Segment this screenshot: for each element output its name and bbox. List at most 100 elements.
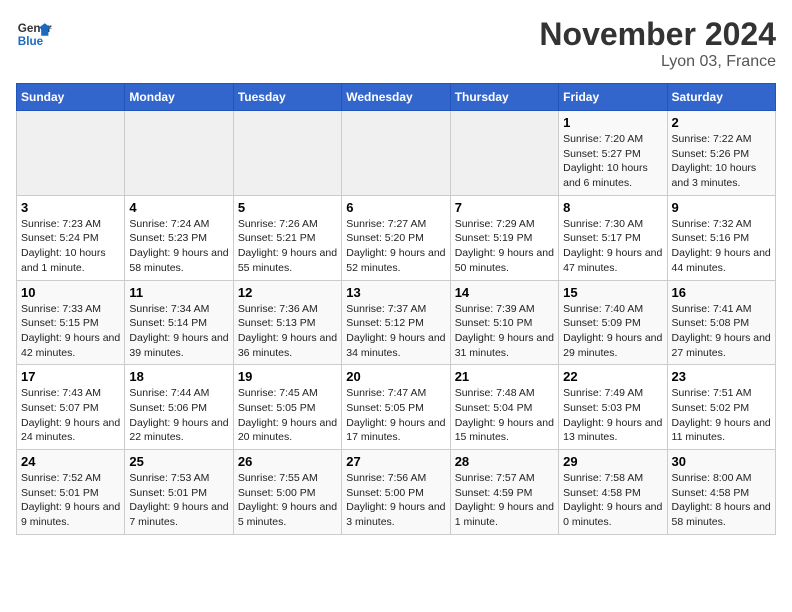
weekday-header: Wednesday [342,84,450,111]
day-number: 9 [672,200,771,215]
day-number: 21 [455,369,554,384]
calendar-cell: 11 Sunrise: 7:34 AMSunset: 5:14 PMDayligh… [125,280,233,365]
calendar-cell: 7 Sunrise: 7:29 AMSunset: 5:19 PMDaylight… [450,195,558,280]
day-number: 24 [21,454,120,469]
day-number: 15 [563,285,662,300]
calendar-cell [125,111,233,196]
day-number: 10 [21,285,120,300]
calendar-cell: 18 Sunrise: 7:44 AMSunset: 5:06 PMDayligh… [125,365,233,450]
day-number: 29 [563,454,662,469]
page-header: General Blue November 2024 Lyon 03, Fran… [16,16,776,71]
day-number: 23 [672,369,771,384]
day-info: Sunrise: 7:56 AMSunset: 5:00 PMDaylight:… [346,471,445,530]
day-info: Sunrise: 7:34 AMSunset: 5:14 PMDaylight:… [129,302,228,361]
calendar-cell: 27 Sunrise: 7:56 AMSunset: 5:00 PMDayligh… [342,450,450,535]
calendar-cell: 21 Sunrise: 7:48 AMSunset: 5:04 PMDayligh… [450,365,558,450]
weekday-header: Sunday [17,84,125,111]
day-number: 20 [346,369,445,384]
calendar-table: SundayMondayTuesdayWednesdayThursdayFrid… [16,83,776,535]
calendar-header-row: SundayMondayTuesdayWednesdayThursdayFrid… [17,84,776,111]
day-number: 6 [346,200,445,215]
calendar-cell [450,111,558,196]
day-number: 30 [672,454,771,469]
day-info: Sunrise: 7:24 AMSunset: 5:23 PMDaylight:… [129,217,228,276]
day-number: 4 [129,200,228,215]
day-number: 7 [455,200,554,215]
day-info: Sunrise: 7:29 AMSunset: 5:19 PMDaylight:… [455,217,554,276]
day-number: 8 [563,200,662,215]
weekday-header: Monday [125,84,233,111]
calendar-cell [17,111,125,196]
day-info: Sunrise: 7:47 AMSunset: 5:05 PMDaylight:… [346,386,445,445]
day-number: 26 [238,454,337,469]
day-number: 18 [129,369,228,384]
calendar-cell: 16Sunrise: 7:41 AMSunset: 5:08 PMDayligh… [667,280,775,365]
calendar-cell: 29 Sunrise: 7:58 AMSunset: 4:58 PMDayligh… [559,450,667,535]
calendar-cell: 28 Sunrise: 7:57 AMSunset: 4:59 PMDayligh… [450,450,558,535]
weekday-header: Thursday [450,84,558,111]
calendar-cell: 10Sunrise: 7:33 AMSunset: 5:15 PMDayligh… [17,280,125,365]
day-info: Sunrise: 7:22 AMSunset: 5:26 PMDaylight:… [672,132,771,191]
day-info: Sunrise: 7:20 AMSunset: 5:27 PMDaylight:… [563,132,662,191]
day-info: Sunrise: 7:26 AMSunset: 5:21 PMDaylight:… [238,217,337,276]
day-info: Sunrise: 7:27 AMSunset: 5:20 PMDaylight:… [346,217,445,276]
calendar-cell: 8Sunrise: 7:30 AMSunset: 5:17 PMDaylight… [559,195,667,280]
day-info: Sunrise: 7:48 AMSunset: 5:04 PMDaylight:… [455,386,554,445]
day-number: 27 [346,454,445,469]
calendar-week-row: 3 Sunrise: 7:23 AMSunset: 5:24 PMDaylight… [17,195,776,280]
day-info: Sunrise: 7:41 AMSunset: 5:08 PMDaylight:… [672,302,771,361]
day-info: Sunrise: 7:23 AMSunset: 5:24 PMDaylight:… [21,217,120,276]
day-info: Sunrise: 7:45 AMSunset: 5:05 PMDaylight:… [238,386,337,445]
calendar-cell: 19Sunrise: 7:45 AMSunset: 5:05 PMDayligh… [233,365,341,450]
calendar-cell: 20 Sunrise: 7:47 AMSunset: 5:05 PMDayligh… [342,365,450,450]
day-number: 3 [21,200,120,215]
day-number: 5 [238,200,337,215]
calendar-cell [233,111,341,196]
calendar-cell: 3 Sunrise: 7:23 AMSunset: 5:24 PMDaylight… [17,195,125,280]
svg-text:Blue: Blue [18,35,44,48]
calendar-cell: 12 Sunrise: 7:36 AMSunset: 5:13 PMDayligh… [233,280,341,365]
calendar-cell: 15 Sunrise: 7:40 AMSunset: 5:09 PMDayligh… [559,280,667,365]
day-number: 22 [563,369,662,384]
calendar-cell: 5 Sunrise: 7:26 AMSunset: 5:21 PMDaylight… [233,195,341,280]
day-info: Sunrise: 7:36 AMSunset: 5:13 PMDaylight:… [238,302,337,361]
weekday-header: Saturday [667,84,775,111]
day-number: 1 [563,115,662,130]
day-info: Sunrise: 7:43 AMSunset: 5:07 PMDaylight:… [21,386,120,445]
day-info: Sunrise: 7:39 AMSunset: 5:10 PMDaylight:… [455,302,554,361]
calendar-cell: 9 Sunrise: 7:32 AMSunset: 5:16 PMDaylight… [667,195,775,280]
calendar-cell: 25Sunrise: 7:53 AMSunset: 5:01 PMDayligh… [125,450,233,535]
calendar-week-row: 17 Sunrise: 7:43 AMSunset: 5:07 PMDayligh… [17,365,776,450]
day-info: Sunrise: 7:55 AMSunset: 5:00 PMDaylight:… [238,471,337,530]
calendar-cell: 14 Sunrise: 7:39 AMSunset: 5:10 PMDayligh… [450,280,558,365]
calendar-week-row: 1 Sunrise: 7:20 AMSunset: 5:27 PMDaylight… [17,111,776,196]
day-info: Sunrise: 7:49 AMSunset: 5:03 PMDaylight:… [563,386,662,445]
logo: General Blue [16,16,52,52]
calendar-cell: 2Sunrise: 7:22 AMSunset: 5:26 PMDaylight… [667,111,775,196]
day-info: Sunrise: 7:44 AMSunset: 5:06 PMDaylight:… [129,386,228,445]
day-number: 12 [238,285,337,300]
day-info: Sunrise: 7:53 AMSunset: 5:01 PMDaylight:… [129,471,228,530]
calendar-cell [342,111,450,196]
calendar-cell: 13 Sunrise: 7:37 AMSunset: 5:12 PMDayligh… [342,280,450,365]
day-info: Sunrise: 7:40 AMSunset: 5:09 PMDaylight:… [563,302,662,361]
day-number: 13 [346,285,445,300]
day-number: 11 [129,285,228,300]
day-number: 17 [21,369,120,384]
calendar-week-row: 24 Sunrise: 7:52 AMSunset: 5:01 PMDayligh… [17,450,776,535]
day-number: 28 [455,454,554,469]
calendar-cell: 1 Sunrise: 7:20 AMSunset: 5:27 PMDaylight… [559,111,667,196]
day-info: Sunrise: 7:32 AMSunset: 5:16 PMDaylight:… [672,217,771,276]
calendar-cell: 30 Sunrise: 8:00 AMSunset: 4:58 PMDayligh… [667,450,775,535]
day-info: Sunrise: 7:57 AMSunset: 4:59 PMDaylight:… [455,471,554,530]
day-number: 14 [455,285,554,300]
day-info: Sunrise: 7:51 AMSunset: 5:02 PMDaylight:… [672,386,771,445]
title-area: November 2024 Lyon 03, France [539,16,776,71]
logo-icon: General Blue [16,16,52,52]
day-info: Sunrise: 8:00 AMSunset: 4:58 PMDaylight:… [672,471,771,530]
day-info: Sunrise: 7:37 AMSunset: 5:12 PMDaylight:… [346,302,445,361]
day-info: Sunrise: 7:58 AMSunset: 4:58 PMDaylight:… [563,471,662,530]
day-info: Sunrise: 7:52 AMSunset: 5:01 PMDaylight:… [21,471,120,530]
calendar-cell: 26 Sunrise: 7:55 AMSunset: 5:00 PMDayligh… [233,450,341,535]
weekday-header: Tuesday [233,84,341,111]
